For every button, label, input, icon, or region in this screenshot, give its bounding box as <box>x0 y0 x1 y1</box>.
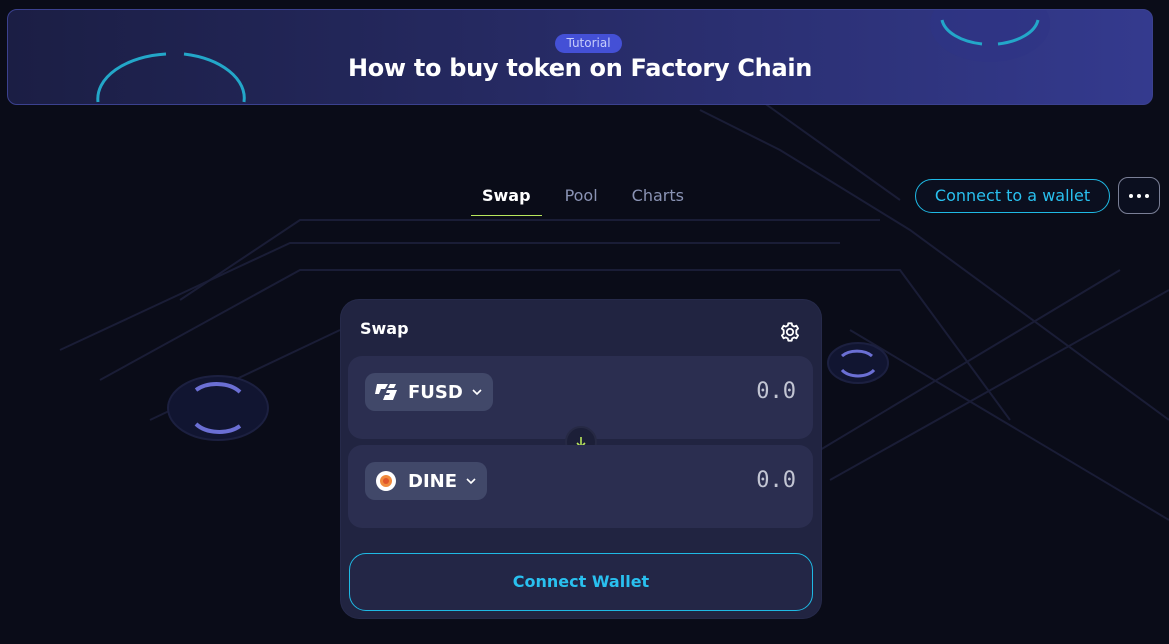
banner-title: How to buy token on Factory Chain <box>347 54 813 82</box>
fusd-token-icon <box>375 384 397 400</box>
chevron-down-icon <box>466 478 476 485</box>
more-dots-icon <box>1129 193 1133 198</box>
from-amount-input[interactable] <box>596 379 796 404</box>
connect-wallet-button[interactable]: Connect Wallet <box>349 553 813 611</box>
to-amount-input[interactable] <box>596 468 796 493</box>
swap-card-title: Swap <box>360 319 409 338</box>
to-token-select[interactable]: DINE <box>365 462 487 500</box>
from-token-select[interactable]: FUSD <box>365 373 493 411</box>
connect-to-wallet-button[interactable]: Connect to a wallet <box>915 179 1110 213</box>
gear-icon[interactable] <box>778 320 802 344</box>
more-options-button[interactable] <box>1118 177 1160 214</box>
tutorial-badge: Tutorial <box>555 34 622 53</box>
tutorial-banner[interactable]: Tutorial How to buy token on Factory Cha… <box>7 9 1153 105</box>
from-token-symbol: FUSD <box>408 381 463 403</box>
swap-to-panel: DINE <box>348 445 813 528</box>
chevron-down-icon <box>472 389 482 396</box>
dine-token-icon <box>376 471 396 491</box>
tab-pool[interactable]: Pool <box>554 176 609 216</box>
main-tabs: Swap Pool Charts <box>471 176 707 216</box>
swap-card: Swap FUSD DINE <box>341 300 821 618</box>
to-token-symbol: DINE <box>408 470 457 492</box>
tab-charts[interactable]: Charts <box>621 176 695 216</box>
tab-swap[interactable]: Swap <box>471 176 542 216</box>
